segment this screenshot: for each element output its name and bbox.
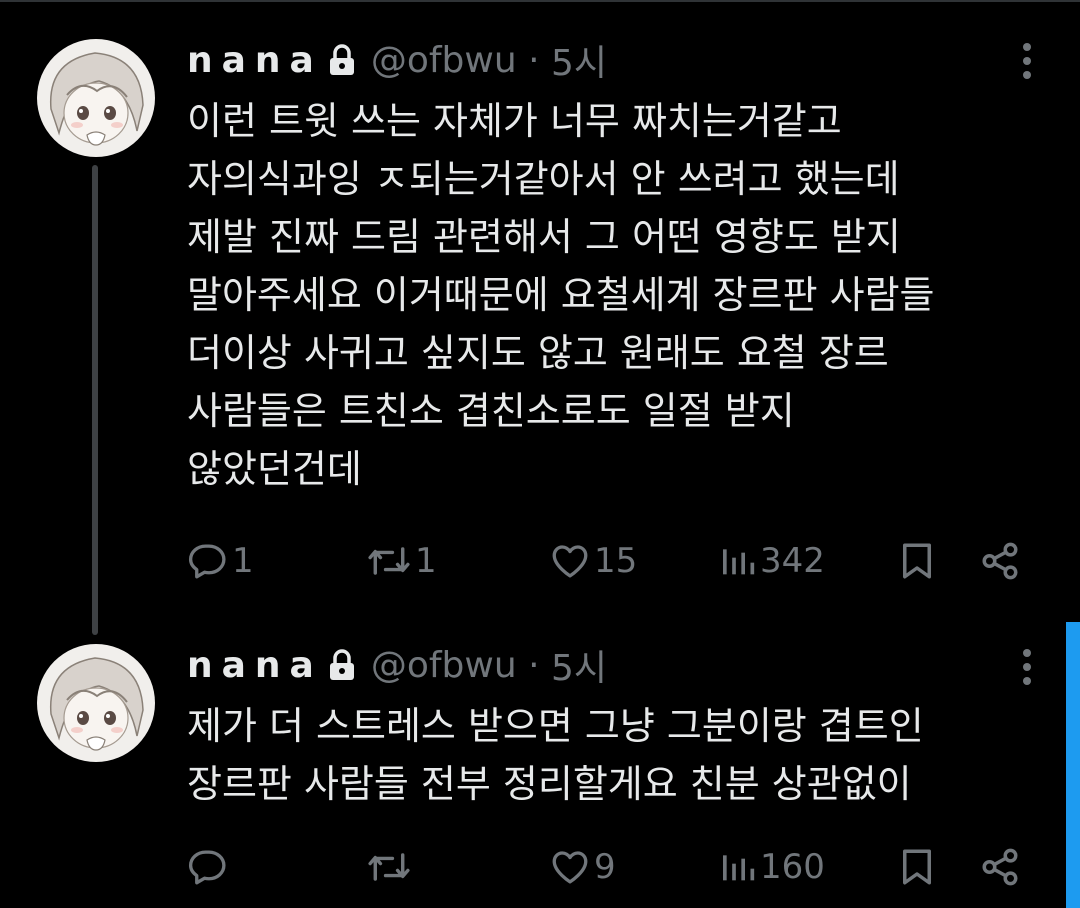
user-handle[interactable]: @ofbwu — [371, 40, 517, 81]
views-button[interactable]: 160 — [718, 842, 825, 892]
lock-icon — [329, 44, 354, 75]
like-count: 9 — [594, 847, 616, 887]
view-count: 342 — [760, 541, 825, 581]
reply-button[interactable] — [188, 842, 232, 892]
tweet-header: nana @ofbwu · 5시 — [187, 35, 607, 85]
tweet-header: nana @ofbwu · 5시 — [187, 640, 607, 690]
reply-count: 1 — [232, 541, 254, 581]
tweet-actions: 1 1 15 342 — [0, 536, 1080, 586]
timestamp[interactable]: 5시 — [551, 639, 607, 691]
timestamp[interactable]: 5시 — [551, 34, 607, 86]
separator-dot: · — [516, 39, 551, 81]
view-count: 160 — [760, 847, 825, 887]
lock-icon — [329, 649, 354, 680]
avatar[interactable] — [37, 644, 155, 762]
more-options-icon[interactable] — [1010, 36, 1040, 86]
like-button[interactable]: 9 — [548, 842, 616, 892]
views-button[interactable]: 342 — [718, 536, 825, 586]
analytics-icon — [723, 855, 755, 881]
tweet-1[interactable]: nana @ofbwu · 5시 이런 트윗 쓰는 자체가 너무 짜치는거같고 … — [0, 0, 1080, 635]
display-name[interactable]: nana — [187, 40, 323, 81]
avatar-illustration — [49, 657, 144, 751]
like-button[interactable]: 15 — [548, 536, 637, 586]
retweet-icon — [368, 853, 410, 881]
retweet-count: 1 — [415, 541, 437, 581]
heart-icon — [552, 851, 588, 884]
reply-icon — [188, 850, 226, 885]
tweet-text: 이런 트윗 쓰는 자체가 너무 짜치는거같고 자의식과잉 ㅈ되는거같아서 안 쓰… — [187, 99, 935, 491]
share-icon — [982, 848, 1018, 886]
separator-dot: · — [516, 644, 551, 686]
scrollbar[interactable] — [1066, 622, 1080, 908]
analytics-icon — [723, 549, 755, 575]
user-handle[interactable]: @ofbwu — [371, 645, 517, 686]
avatar-illustration — [49, 52, 144, 146]
bookmark-button[interactable] — [896, 536, 938, 586]
share-button[interactable] — [978, 536, 1022, 586]
share-icon — [982, 542, 1018, 580]
more-options-icon[interactable] — [1010, 642, 1040, 692]
tweet-actions: 9 160 — [0, 842, 1080, 892]
reply-icon — [188, 544, 226, 579]
reply-button[interactable]: 1 — [188, 536, 254, 586]
retweet-button[interactable]: 1 — [365, 536, 437, 586]
bookmark-icon — [903, 543, 931, 579]
tweet-2[interactable]: nana @ofbwu · 5시 제가 더 스트레스 받으면 그냥 그분이랑 겹… — [0, 622, 1080, 908]
retweet-button[interactable] — [365, 842, 415, 892]
retweet-icon — [368, 547, 410, 575]
display-name[interactable]: nana — [187, 645, 323, 686]
tweet-text: 제가 더 스트레스 받으면 그냥 그분이랑 겹트인 장르판 사람들 전부 정리할… — [187, 704, 924, 806]
share-button[interactable] — [978, 842, 1022, 892]
heart-icon — [552, 545, 588, 578]
avatar[interactable] — [37, 39, 155, 157]
bookmark-icon — [903, 849, 931, 885]
bookmark-button[interactable] — [896, 842, 938, 892]
like-count: 15 — [594, 541, 638, 581]
